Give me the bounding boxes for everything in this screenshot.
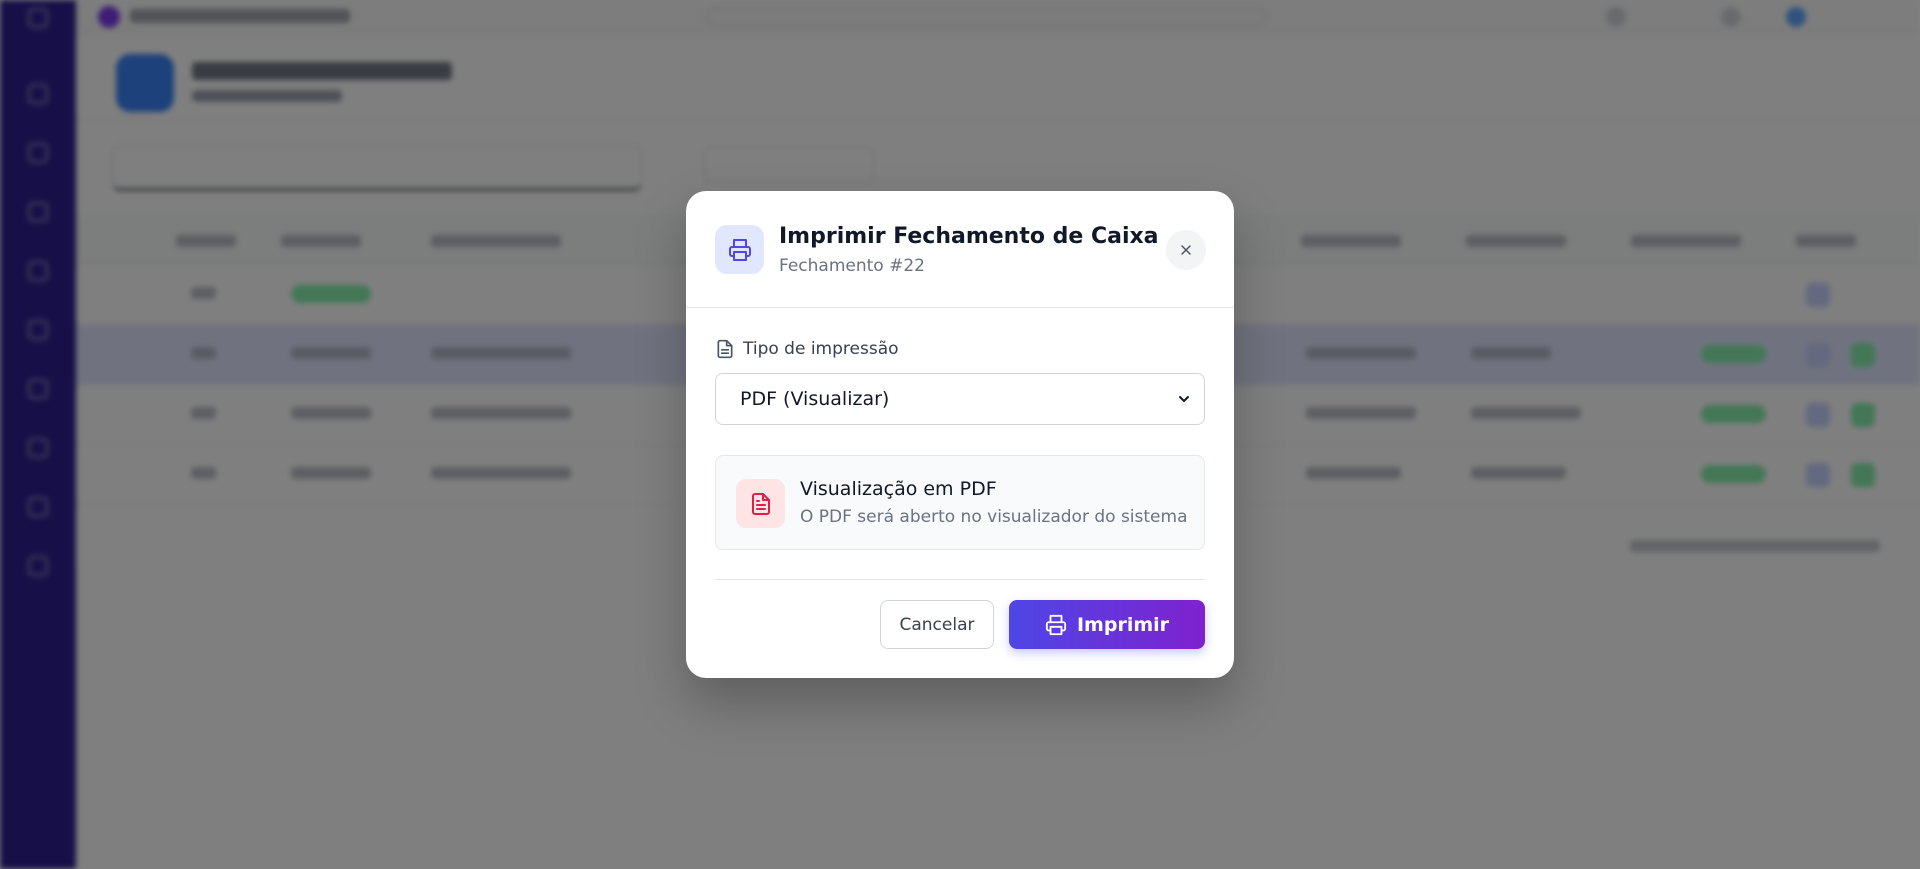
footer-divider [715,579,1205,580]
close-button[interactable] [1166,230,1206,270]
pdf-icon-box [736,479,785,528]
dialog-header: Imprimir Fechamento de Caixa Fechamento … [686,191,1234,308]
close-icon [1181,245,1191,255]
print-button-label: Imprimir [1076,613,1170,636]
file-pdf-icon [751,492,770,515]
print-dialog: Imprimir Fechamento de Caixa Fechamento … [686,191,1234,678]
print-type-label: Tipo de impressão [715,339,899,359]
pdf-info-title: Visualização em PDF [800,478,997,500]
chevron-down-icon [1179,396,1189,402]
file-text-icon [717,339,733,359]
print-button[interactable]: Imprimir [1009,600,1205,649]
printer-icon [1045,614,1067,635]
dialog-title: Imprimir Fechamento de Caixa [779,224,1159,249]
print-type-select[interactable]: PDF (Visualizar) [715,373,1205,425]
cancel-button[interactable]: Cancelar [880,600,994,649]
dialog-icon [715,225,764,274]
pdf-info-card: Visualização em PDF O PDF será aberto no… [715,455,1205,550]
pdf-info-description: O PDF será aberto no visualizador do sis… [800,507,1188,527]
print-type-label-text: Tipo de impressão [743,339,899,359]
dialog-subtitle: Fechamento #22 [779,256,925,276]
print-type-selected-value: PDF (Visualizar) [740,388,890,410]
printer-icon [728,238,751,261]
